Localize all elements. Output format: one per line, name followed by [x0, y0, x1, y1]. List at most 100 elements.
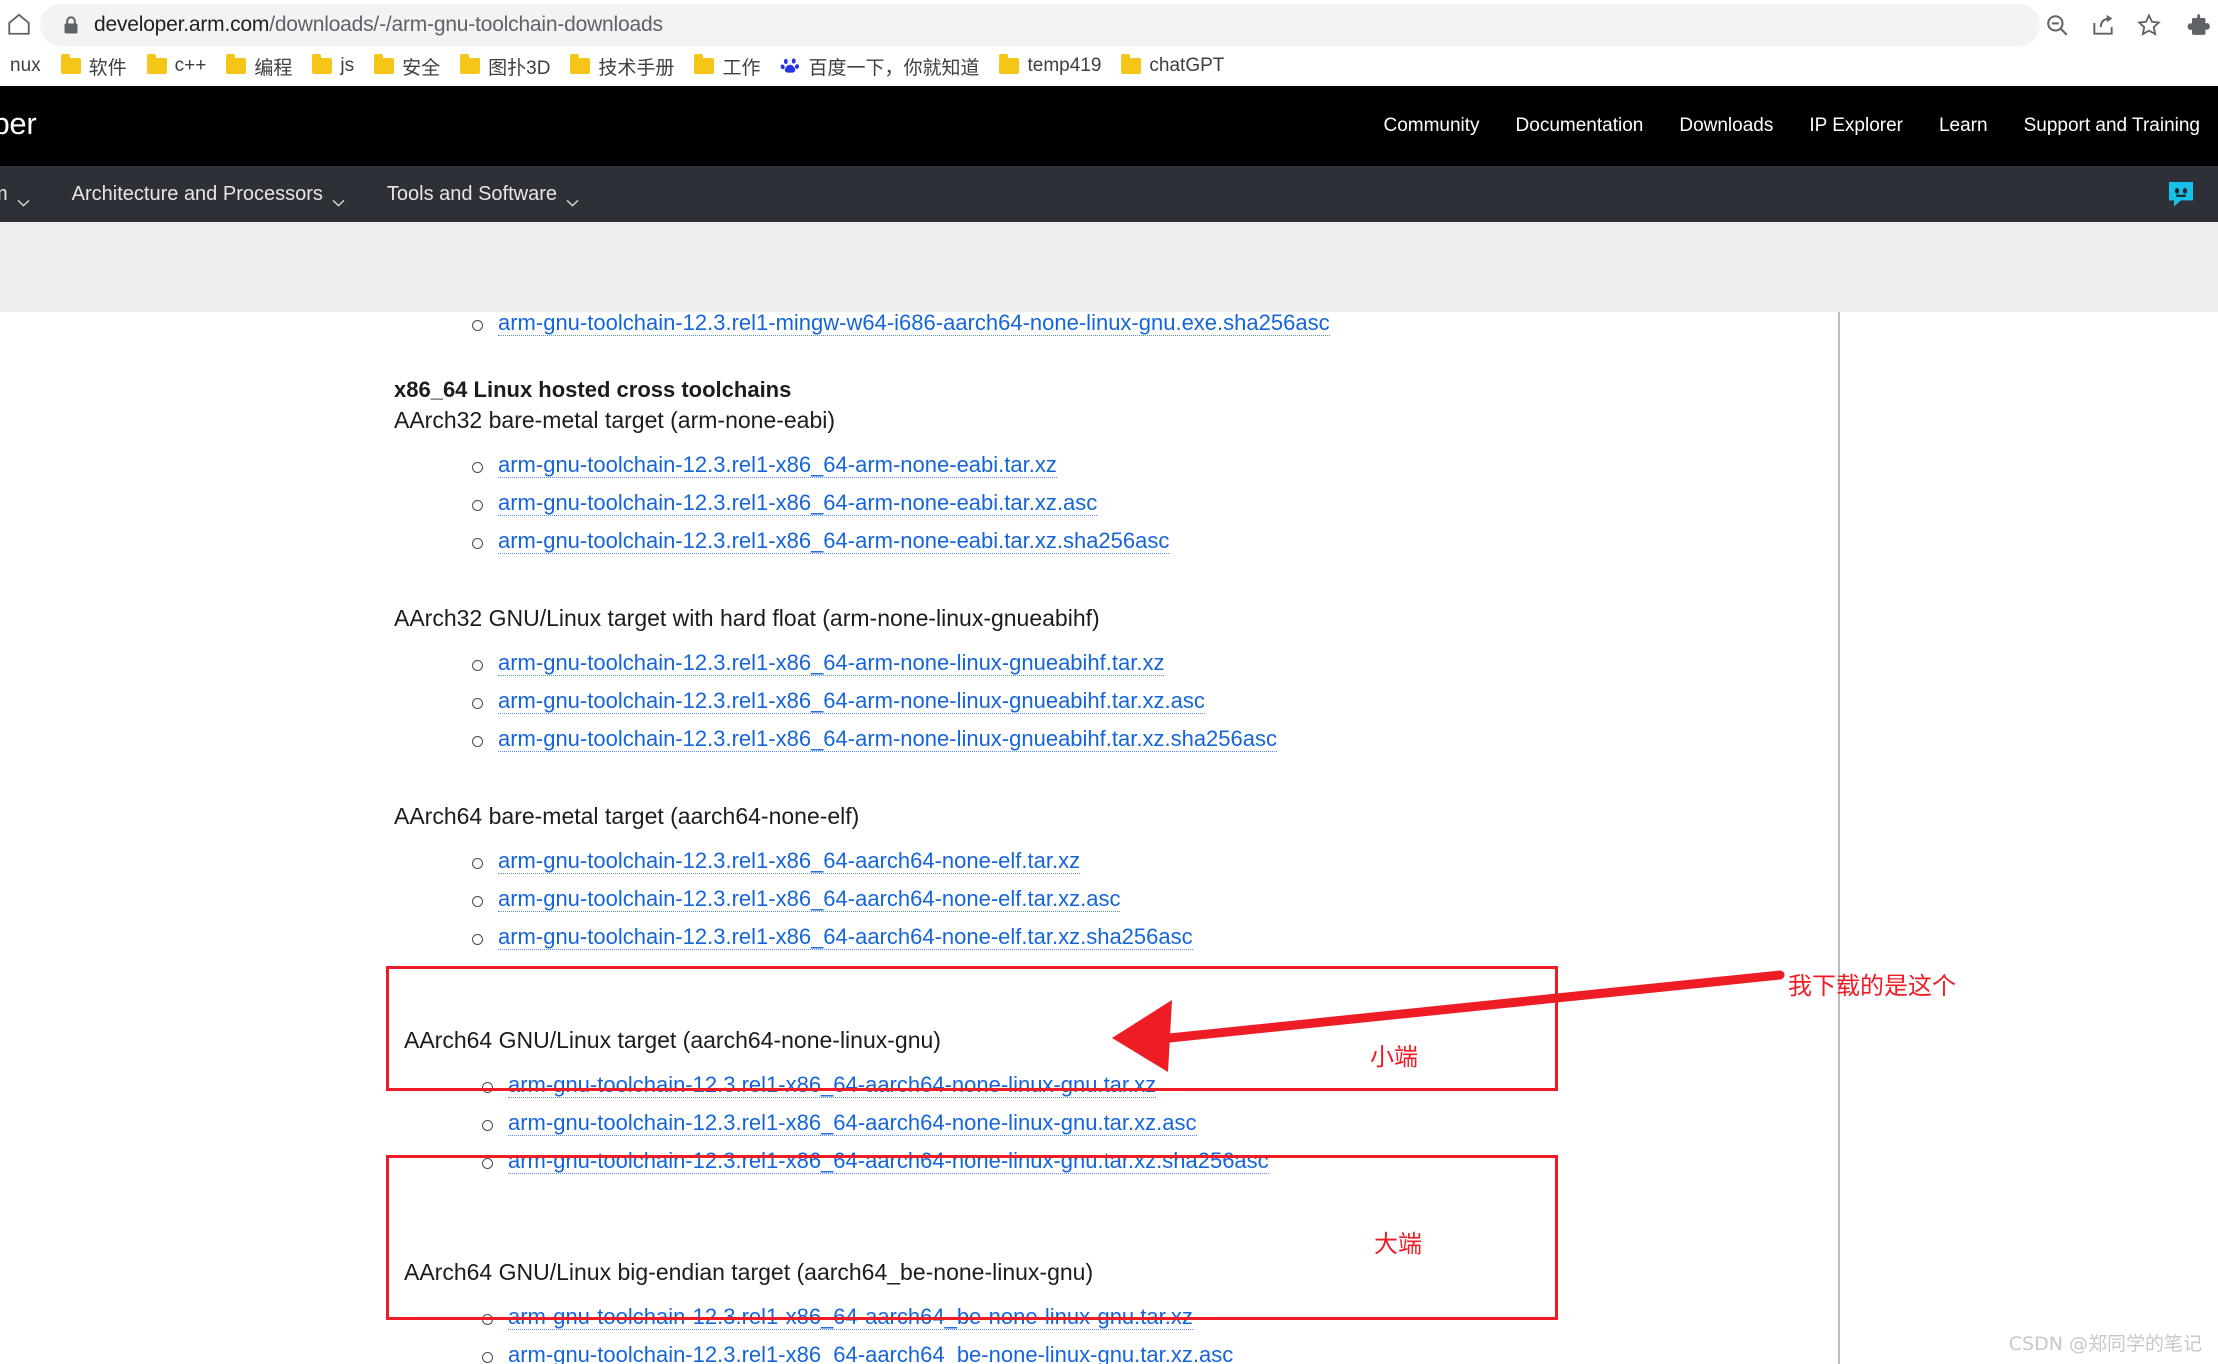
- bookmark-item[interactable]: nux: [0, 49, 51, 83]
- chevron-down-icon: [566, 190, 579, 207]
- download-link[interactable]: arm-gnu-toolchain-12.3.rel1-x86_64-arm-n…: [498, 688, 1205, 714]
- list-item: arm-gnu-toolchain-12.3.rel1-x86_64-aarch…: [394, 881, 1838, 919]
- url-host: developer.arm.com: [94, 13, 270, 36]
- left-rail: [0, 312, 278, 1364]
- page-body: arm-gnu-toolchain-12.3.rel1-mingw-w64-i6…: [0, 222, 2218, 1364]
- group-title: AArch32 bare-metal target (arm-none-eabi…: [394, 407, 836, 433]
- download-link[interactable]: arm-gnu-toolchain-12.3.rel1-x86_64-aarch…: [508, 1342, 1234, 1364]
- bookmark-label: js: [340, 55, 355, 76]
- folder-icon: [570, 54, 591, 74]
- topnav-item[interactable]: Community: [1365, 115, 1497, 137]
- bookmark-label: 技术手册: [598, 57, 675, 79]
- subnav-item[interactable]: Architecture and Processors: [51, 182, 366, 207]
- share-icon[interactable]: [2086, 8, 2120, 42]
- list-item: arm-gnu-toolchain-12.3.rel1-x86_64-arm-n…: [394, 683, 1838, 721]
- home-icon[interactable]: [6, 11, 32, 37]
- site-header: eloper CommunityDocumentationDownloadsIP…: [0, 86, 2218, 166]
- bookmark-item[interactable]: js: [302, 49, 364, 83]
- extensions-puzzle-icon[interactable]: [2182, 8, 2216, 42]
- bookmark-item[interactable]: 技术手册: [560, 49, 684, 83]
- top-navigation: Community Documentation Downloads IP Explor…: [1365, 86, 2218, 166]
- content-divider: [1838, 312, 1840, 1364]
- baidu-paw-icon: [780, 56, 800, 76]
- list-item: arm-gnu-toolchain-12.3.rel1-x86_64-arm-n…: [394, 485, 1838, 523]
- list-item: arm-gnu-toolchain-12.3.rel1-x86_64-arm-n…: [394, 523, 1838, 561]
- download-group-arm-none-linux-gnueabihf: AArch32 GNU/Linux target with hard float…: [394, 603, 1838, 759]
- bookmark-item[interactable]: temp419: [989, 49, 1111, 83]
- list-item: arm-gnu-toolchain-12.3.rel1-x86_64-arm-n…: [394, 447, 1838, 485]
- download-link[interactable]: arm-gnu-toolchain-12.3.rel1-x86_64-aarch…: [508, 1304, 1193, 1330]
- subnav-item[interactable]: Tools and Software: [366, 183, 600, 207]
- list-item: arm-gnu-toolchain-12.3.rel1-x86_64-aarch…: [394, 919, 1838, 957]
- bookmark-item[interactable]: 编程: [216, 49, 302, 83]
- folder-icon: [999, 54, 1020, 74]
- download-link[interactable]: arm-gnu-toolchain-12.3.rel1-x86_64-arm-n…: [498, 650, 1165, 676]
- download-link-list: arm-gnu-toolchain-12.3.rel1-x86_64-arm-n…: [394, 447, 1838, 561]
- download-link[interactable]: arm-gnu-toolchain-12.3.rel1-x86_64-aarch…: [508, 1148, 1269, 1174]
- zoom-out-icon[interactable]: [2040, 8, 2074, 42]
- folder-icon: [374, 54, 395, 74]
- download-link[interactable]: arm-gnu-toolchain-12.3.rel1-x86_64-aarch…: [498, 924, 1193, 950]
- chevron-down-icon: [17, 190, 30, 207]
- bookmark-item[interactable]: c++: [137, 49, 217, 83]
- sub-navigation: m Architecture and Processors Tools and So…: [0, 166, 600, 222]
- list-item: arm-gnu-toolchain-12.3.rel1-x86_64-aarch…: [404, 1067, 1838, 1105]
- bookmark-star-icon[interactable]: [2132, 8, 2166, 42]
- section-heading: x86_64 Linux hosted cross toolchains: [394, 377, 792, 402]
- bookmark-item[interactable]: 软件: [51, 49, 137, 83]
- page-top-strip: [0, 222, 2218, 312]
- download-link[interactable]: arm-gnu-toolchain-12.3.rel1-x86_64-arm-n…: [498, 528, 1170, 554]
- bookmark-item[interactable]: 工作: [684, 49, 770, 83]
- bookmark-item[interactable]: chatGPT: [1111, 49, 1234, 83]
- group-title: AArch64 GNU/Linux target (aarch64-none-l…: [404, 1027, 941, 1053]
- folder-icon: [694, 54, 715, 74]
- topnav-item[interactable]: IP Explorer: [1791, 115, 1921, 137]
- topnav-item[interactable]: Downloads: [1661, 115, 1791, 137]
- list-item: arm-gnu-toolchain-12.3.rel1-x86_64-arm-n…: [394, 721, 1838, 759]
- chevron-down-icon: [332, 190, 345, 207]
- list-item: arm-gnu-toolchain-12.3.rel1-x86_64-aarch…: [404, 1299, 1838, 1337]
- group-title: AArch64 GNU/Linux big-endian target (aar…: [404, 1259, 1094, 1285]
- download-link[interactable]: arm-gnu-toolchain-12.3.rel1-x86_64-arm-n…: [498, 490, 1098, 516]
- bookmark-label: 安全: [402, 57, 441, 79]
- folder-icon: [146, 54, 167, 74]
- download-link[interactable]: arm-gnu-toolchain-12.3.rel1-x86_64-aarch…: [498, 848, 1081, 874]
- topnav-item[interactable]: Support and Training: [2006, 115, 2218, 137]
- bookmark-label: temp419: [1027, 55, 1102, 76]
- chat-bot-icon[interactable]: [2164, 177, 2198, 211]
- bookmark-label: chatGPT: [1149, 55, 1225, 76]
- bookmark-label: 软件: [88, 57, 127, 79]
- bookmark-label: 图扑3D: [488, 57, 551, 79]
- topnav-item[interactable]: Learn: [1921, 115, 2006, 137]
- downloads-content: arm-gnu-toolchain-12.3.rel1-mingw-w64-i6…: [278, 310, 1838, 1364]
- topnav-item[interactable]: Documentation: [1498, 115, 1662, 137]
- download-link[interactable]: arm-gnu-toolchain-12.3.rel1-x86_64-arm-n…: [498, 726, 1277, 752]
- bookmark-item[interactable]: 图扑3D: [450, 49, 560, 83]
- list-item: arm-gnu-toolchain-12.3.rel1-x86_64-aarch…: [404, 1105, 1838, 1143]
- bookmark-item[interactable]: 百度一下，你就知道: [770, 49, 989, 83]
- lock-icon: [62, 15, 80, 35]
- folder-icon: [460, 54, 481, 74]
- group-title: AArch32 GNU/Linux target with hard float…: [394, 605, 1100, 631]
- download-link[interactable]: arm-gnu-toolchain-12.3.rel1-x86_64-aarch…: [508, 1110, 1197, 1136]
- list-item: arm-gnu-toolchain-12.3.rel1-x86_64-aarch…: [404, 1143, 1838, 1181]
- download-link[interactable]: arm-gnu-toolchain-12.3.rel1-x86_64-aarch…: [498, 886, 1121, 912]
- download-link-list: arm-gnu-toolchain-12.3.rel1-mingw-w64-i6…: [394, 305, 1838, 343]
- article: arm-gnu-toolchain-12.3.rel1-mingw-w64-i6…: [278, 305, 1838, 1364]
- subnav-label: Architecture and Processors: [71, 182, 323, 205]
- list-item: arm-gnu-toolchain-12.3.rel1-mingw-w64-i6…: [394, 305, 1838, 343]
- bookmarks-bar: nux 软件 c++ 编程 js 安全 图扑3D 技术手册 工作 百度一下，你就知道 temp419…: [0, 46, 2218, 86]
- url-path: /downloads/-/arm-gnu-toolchain-downloads: [269, 13, 663, 36]
- download-link[interactable]: arm-gnu-toolchain-12.3.rel1-mingw-w64-i6…: [498, 310, 1330, 336]
- download-link[interactable]: arm-gnu-toolchain-12.3.rel1-x86_64-arm-n…: [498, 452, 1057, 478]
- subnav-item[interactable]: m: [0, 183, 51, 207]
- download-link-list: arm-gnu-toolchain-12.3.rel1-x86_64-aarch…: [404, 1067, 1838, 1181]
- browser-window: developer.arm.com/downloads/-/arm-gnu-to…: [0, 0, 2218, 1364]
- download-link[interactable]: arm-gnu-toolchain-12.3.rel1-x86_64-aarch…: [508, 1072, 1157, 1098]
- folder-icon: [312, 54, 333, 74]
- address-bar[interactable]: developer.arm.com/downloads/-/arm-gnu-to…: [40, 4, 2040, 46]
- bookmark-item[interactable]: 安全: [364, 49, 450, 83]
- folder-icon: [60, 54, 81, 74]
- sub-navigation-bar: m Architecture and Processors Tools and So…: [0, 166, 2218, 222]
- arm-developer-logo[interactable]: eloper: [0, 106, 37, 142]
